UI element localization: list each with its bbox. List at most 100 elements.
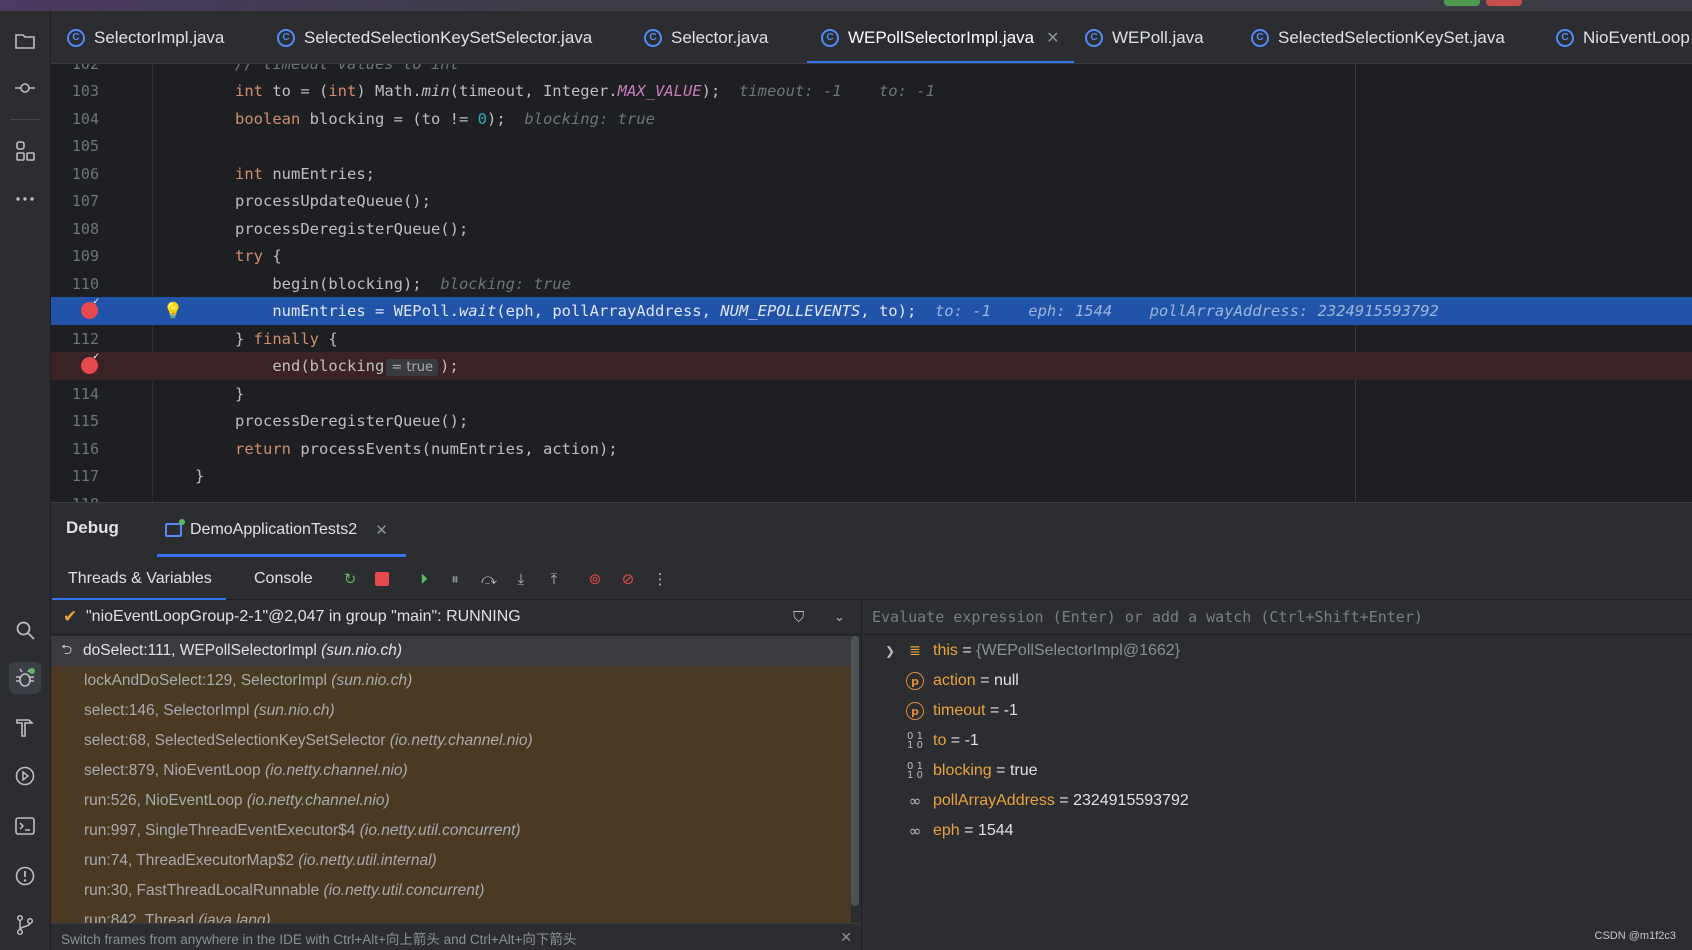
code-line-109: 109 try { [51,242,1692,270]
problems-icon[interactable] [9,860,41,892]
stack-frame[interactable]: run:74, ThreadExecutorMap$2 (io.netty.ut… [51,846,851,876]
stack-frame[interactable]: select:879, NioEventLoop (io.netty.chann… [51,756,851,786]
frame-method: doSelect:111, WEPollSelectorImpl [83,642,317,659]
variable-name: blocking [933,762,992,779]
variable-value: true [1009,762,1038,779]
tab-wepollselectorimpl[interactable]: C WEPollSelectorImpl.java ✕ [807,11,1074,63]
code-line-113-breakpoint: end(blocking= true); [51,352,1692,380]
stop-icon[interactable] [371,568,393,590]
frame-package: (sun.nio.ch) [253,702,335,719]
lightbulb-icon[interactable]: 💡 [163,301,183,320]
code-line-118: 118 [51,490,1692,502]
tip-bar: Switch frames from anywhere in the IDE w… [51,923,861,950]
tab-label: Selector.java [671,27,769,47]
watermark: CSDN @m1f2c3 [1594,930,1676,942]
code-line-105: 105 [51,132,1692,160]
step-out-icon[interactable]: ⤒ [543,568,565,590]
variable-name: timeout [933,702,986,719]
run-services-icon[interactable] [9,760,41,792]
filter-icon[interactable]: ⛉ [793,608,804,626]
build-hammer-icon[interactable] [9,711,41,743]
tab-label: SelectedSelectionKeySet.java [1278,27,1505,47]
subtab-label: Console [254,569,313,587]
thread-selector[interactable]: ✔ "nioEventLoopGroup-2-1"@2,047 in group… [51,600,861,635]
frame-method: select:879, NioEventLoop [84,762,261,779]
close-icon[interactable]: ✕ [375,521,388,539]
inline-hint: to: -1 [878,81,935,100]
stack-frame[interactable]: lockAndDoSelect:129, SelectorImpl (sun.n… [51,666,851,696]
tab-selectedselectionkeysetselector[interactable]: C SelectedSelectionKeySetSelector.java [277,11,592,63]
code-line-104: 104 boolean blocking = (to != 0); blocki… [51,105,1692,133]
debug-title: Debug [66,518,119,537]
line-number: 110 [71,274,99,293]
java-class-icon: C [1556,28,1574,47]
frame-package: (io.netty.util.concurrent) [359,822,521,839]
code-editor[interactable]: 102 // timeout values to int 103 int to … [51,64,1692,502]
mute-breakpoints-icon[interactable]: ⊘ [617,568,639,590]
code-line-106: 106 int numEntries; [51,160,1692,188]
stack-frame[interactable]: run:30, FastThreadLocalRunnable (io.nett… [51,876,851,906]
code-text: int numEntries; [235,164,375,183]
variable-row-pollarrayaddress[interactable]: ∞ pollArrayAddress = 2324915593792 [863,786,1692,816]
close-icon[interactable]: ✕ [1046,28,1059,48]
close-icon[interactable]: ✕ [840,930,852,946]
resume-icon[interactable]: ⏵ [413,568,435,590]
stack-frame[interactable]: run:526, NioEventLoop (io.netty.channel.… [51,786,851,816]
variable-row-to[interactable]: 0 11 0 to = -1 [863,726,1692,756]
evaluate-expression-input[interactable]: Evaluate expression (Enter) or add a wat… [863,600,1692,635]
step-into-icon[interactable]: ⤓ [510,568,532,590]
frame-package: (io.netty.util.concurrent) [323,882,485,899]
line-number: 108 [71,219,99,238]
code-line-111-execution-point: 💡 numEntries = WEPoll.wait(eph, pollArra… [51,297,1692,325]
tab-threads-variables[interactable]: Threads & Variables [52,557,226,600]
structure-icon[interactable] [9,135,41,167]
frame-package: (io.netty.channel.nio) [264,762,408,779]
variable-row-blocking[interactable]: 0 11 0 blocking = true [863,756,1692,786]
tab-nioeventloop[interactable]: C NioEventLoop [1556,11,1690,63]
search-icon[interactable] [9,614,41,646]
breakpoint-icon[interactable] [81,352,100,375]
tab-selector[interactable]: C Selector.java [644,11,769,63]
variable-row-action[interactable]: p action = null [863,666,1692,696]
step-over-icon[interactable]: ⤼ [478,568,500,590]
frame-method: run:30, FastThreadLocalRunnable [84,882,320,899]
editor-tab-bar: C SelectorImpl.java C SelectedSelectionK… [51,11,1692,64]
view-breakpoints-icon[interactable]: ⊚ [584,568,606,590]
tab-label: NioEventLoop [1583,27,1690,47]
breakpoint-icon[interactable] [81,297,100,320]
tab-selectedselectionkeyset[interactable]: C SelectedSelectionKeySet.java [1251,11,1505,63]
debug-session-tab[interactable]: DemoApplicationTests2 ✕ [157,503,406,557]
variable-row-this[interactable]: ❯ ≣ this = {WEPollSelectorImpl@1662} [863,636,1692,666]
stack-frame[interactable]: select:146, SelectorImpl (sun.nio.ch) [51,696,851,726]
debug-bug-icon[interactable] [9,662,41,694]
code-text: begin(blocking); blocking: true [235,274,571,293]
stack-frame[interactable]: ⮌ doSelect:111, WEPollSelectorImpl (sun.… [51,636,851,666]
chevron-down-icon[interactable]: ⌄ [834,610,845,625]
tab-wepoll[interactable]: C WEPoll.java [1085,11,1204,63]
inline-hint: pollArrayAddress: 2324915593792 [1149,301,1439,320]
terminal-icon[interactable] [9,810,41,842]
tab-label: WEPoll.java [1112,27,1204,47]
stack-frame[interactable]: run:997, SingleThreadEventExecutor$4 (io… [51,816,851,846]
stack-frame[interactable]: select:68, SelectedSelectionKeySetSelect… [51,726,851,756]
frames-scrollbar[interactable] [851,636,859,906]
more-tools-icon[interactable] [9,183,41,215]
git-branch-icon[interactable] [9,909,41,941]
rerun-icon[interactable]: ↻ [339,568,361,590]
variable-row-timeout[interactable]: p timeout = -1 [863,696,1692,726]
line-number: 117 [71,466,99,485]
code-line-114: 114 } [51,380,1692,408]
java-class-icon: C [277,28,295,47]
parameter-icon: p [906,702,924,720]
tab-selectorimpl[interactable]: C SelectorImpl.java [67,11,224,63]
code-text: } [195,466,205,485]
pause-icon[interactable]: ⏸ [444,568,466,590]
commit-icon[interactable] [9,72,41,104]
chevron-right-icon[interactable]: ❯ [885,644,895,658]
variable-name: eph [933,822,960,839]
variable-row-eph[interactable]: ∞ eph = 1544 [863,816,1692,846]
more-options-icon[interactable]: ⋮ [649,568,671,590]
tab-console[interactable]: Console [254,557,313,600]
line-number: 104 [71,109,99,128]
project-folder-icon[interactable] [9,25,41,57]
